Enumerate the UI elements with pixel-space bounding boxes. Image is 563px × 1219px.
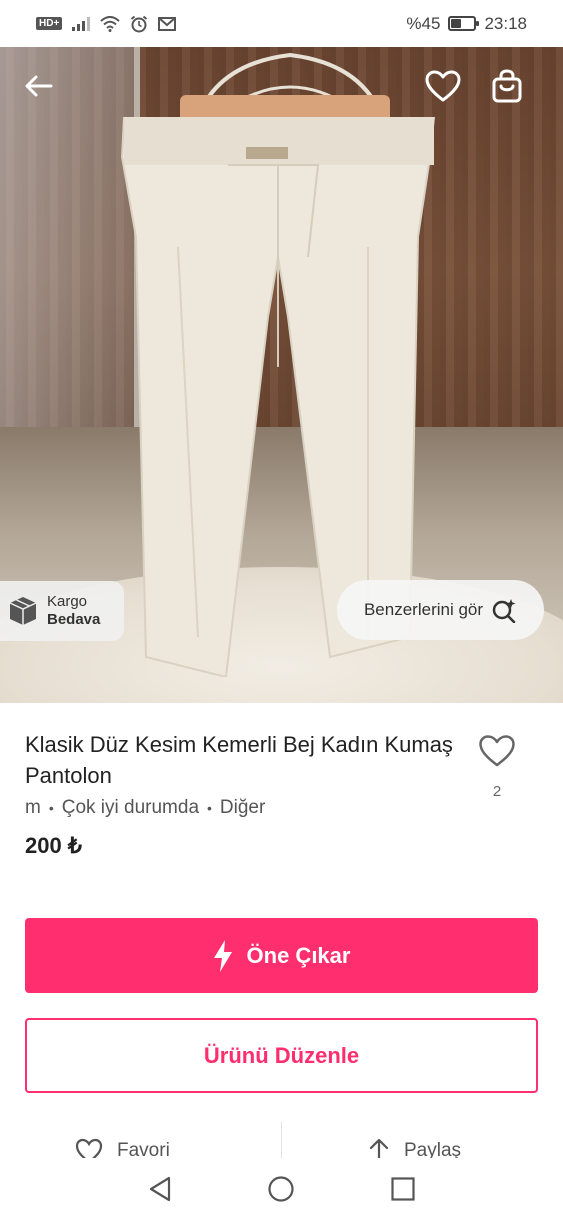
free-shipping-line1: Kargo <box>47 593 88 610</box>
product-meta: m • Çok iyi durumda • Diğer <box>25 797 265 819</box>
shopping-bag-icon <box>492 69 522 103</box>
status-bar: HD+ %45 23:18 <box>0 0 563 47</box>
magic-search-icon <box>492 599 516 623</box>
nav-recents-icon[interactable] <box>390 1176 416 1202</box>
package-icon <box>9 597 37 625</box>
cart-button[interactable] <box>487 66 527 106</box>
heart-icon <box>75 1138 103 1160</box>
battery-icon <box>448 16 480 31</box>
signal-icon <box>72 16 91 31</box>
product-brand: Diğer <box>219 797 266 818</box>
share-action-label: Paylaş <box>404 1140 462 1160</box>
back-button[interactable] <box>19 66 59 106</box>
battery-fill <box>451 19 462 28</box>
favorite-action-button[interactable]: Favori <box>75 1138 170 1160</box>
share-action-button[interactable]: Paylaş <box>368 1138 461 1160</box>
promote-label: Öne Çıkar <box>246 942 351 968</box>
product-title: Klasik Düz Kesim Kemerli Bej Kadın Kumaş… <box>25 732 453 788</box>
system-nav-bar <box>0 1158 563 1219</box>
nav-home-icon[interactable] <box>267 1175 295 1203</box>
bottom-divider <box>281 1122 282 1160</box>
arrow-left-icon <box>25 75 53 97</box>
favorite-count: 2 <box>492 783 502 800</box>
favorite-action-label: Favori <box>117 1140 170 1160</box>
wifi-icon <box>100 15 120 32</box>
edit-product-label: Ürünü Düzenle <box>203 1042 360 1068</box>
lightning-icon <box>213 939 232 972</box>
product-condition: Çok iyi durumda <box>61 797 200 818</box>
promote-button[interactable]: Öne Çıkar <box>25 918 538 993</box>
similar-items-label: Benzerlerini gör <box>363 600 484 619</box>
hd-indicator: HD+ <box>36 17 63 30</box>
free-shipping-badge: Kargo Bedava <box>0 581 124 641</box>
free-shipping-line2-bold: Bedava <box>47 611 101 628</box>
free-shipping-line2: Bedava <box>47 611 100 629</box>
share-arrow-icon <box>369 1138 389 1160</box>
status-right: %45 23:18 <box>406 14 527 34</box>
battery-percent: %45 <box>406 13 441 33</box>
edit-product-button[interactable]: Ürünü Düzenle <box>25 1018 538 1093</box>
alarm-icon <box>131 15 148 32</box>
favorite-top-button[interactable] <box>423 66 463 106</box>
heart-outline-icon <box>479 735 515 767</box>
mail-icon <box>158 16 177 31</box>
nav-back-icon[interactable] <box>147 1175 173 1203</box>
similar-items-button[interactable]: Benzerlerini gör <box>337 580 544 640</box>
meta-separator: • <box>207 800 212 816</box>
product-price: 200 ₺ <box>25 833 82 858</box>
clock: 23:18 <box>484 13 527 33</box>
product-size: m <box>25 797 41 818</box>
bottom-actions: Favori Paylaş <box>0 1120 563 1160</box>
free-shipping-text: Kargo Bedava <box>47 593 100 629</box>
status-left: HD+ <box>36 15 177 33</box>
favorite-button[interactable]: 2 <box>476 734 518 800</box>
heart-icon <box>425 70 461 102</box>
meta-separator: • <box>48 800 54 816</box>
